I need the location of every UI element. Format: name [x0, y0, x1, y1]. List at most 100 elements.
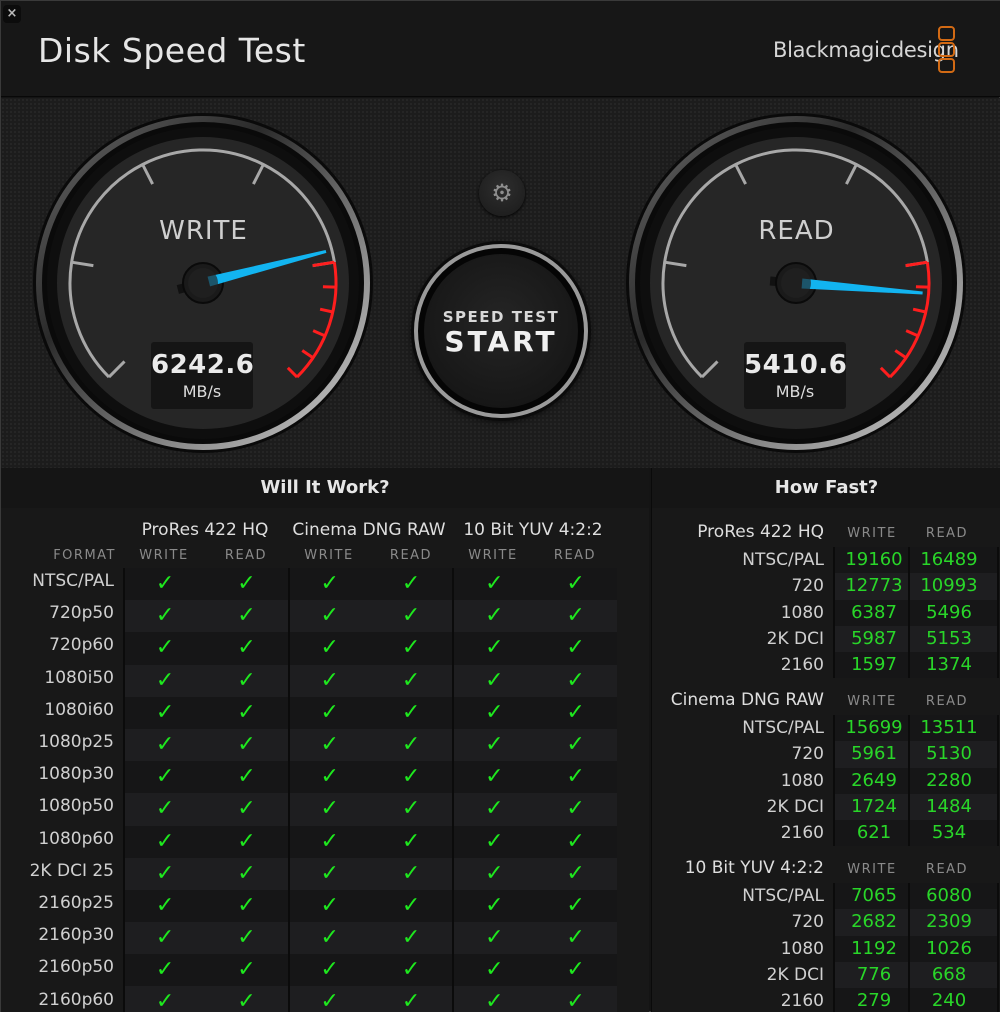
write-speed-cell: 1192	[851, 937, 897, 959]
codec-header-prores: ProRes 422 HQ	[141, 520, 269, 540]
check-icon: ✓	[287, 986, 370, 1012]
read-speed-value: 5410.6	[744, 350, 848, 380]
will-it-work-title: Will It Work?	[1, 468, 649, 508]
check-icon: ✓	[566, 957, 585, 983]
format-label: 2K DCI	[766, 964, 824, 985]
check-icon: ✓	[237, 764, 256, 790]
column-divider	[833, 741, 835, 768]
start-button[interactable]: SPEED TEST START	[414, 244, 588, 418]
check-icon: ✓	[566, 989, 585, 1012]
how-fast-codec-header: ProRes 422 HQ	[697, 522, 824, 542]
write-speed-unit: MB/s	[182, 382, 222, 401]
format-label: 1080	[780, 770, 824, 791]
check-icon: ✓	[237, 603, 256, 629]
table-row: 2160 621 534	[652, 820, 1000, 847]
how-fast-title: How Fast?	[652, 468, 1000, 508]
how-fast-panel: How Fast? ProRes 422 HQ WRITE READ NTSC/PAL…	[651, 468, 1000, 1012]
check-icon: ✓	[287, 793, 370, 826]
check-icon: ✓	[123, 664, 205, 697]
close-button[interactable]: ×	[3, 5, 21, 23]
write-speed-cell: 2649	[851, 769, 897, 791]
format-label: 1080p60	[38, 828, 114, 849]
how-fast-write-header: WRITE	[847, 694, 897, 709]
write-speed-cell: 776	[856, 963, 892, 985]
format-label: NTSC/PAL	[742, 550, 824, 570]
read-speed-cell: 1026	[926, 937, 972, 959]
write-speed-cell: 15699	[845, 717, 903, 738]
app-window: × Disk Speed Test Blackmagicdesign WRITE…	[0, 0, 1000, 1012]
check-icon: ✓	[452, 664, 534, 697]
check-icon: ✓	[566, 635, 585, 661]
app-title: Disk Speed Test	[38, 31, 306, 70]
table-row: 720 12773 10993	[652, 573, 1000, 600]
table-row: ✓ ✓ ✓ ✓ ✓ ✓	[123, 954, 617, 987]
column-header-read: READ	[224, 548, 268, 563]
read-gauge: READ 5410.6 MB/s	[624, 111, 969, 456]
table-row: ✓ ✓ ✓ ✓ ✓ ✓	[123, 986, 617, 1012]
table-row: ✓ ✓ ✓ ✓ ✓ ✓	[123, 600, 617, 633]
write-speed-cell: 19160	[845, 549, 903, 570]
table-row: NTSC/PAL 7065 6080	[652, 883, 1000, 910]
table-row: 2K DCI 5987 5153	[652, 625, 1000, 653]
read-speed-cell: 2280	[926, 769, 972, 791]
format-column-header: FORMAT	[53, 548, 116, 563]
read-speed-cell: 1484	[926, 795, 972, 817]
column-divider	[833, 935, 835, 962]
format-label: 1080p50	[38, 796, 114, 817]
check-icon: ✓	[287, 889, 370, 923]
read-speed-cell: 6080	[926, 885, 972, 906]
check-icon: ✓	[287, 728, 370, 762]
column-divider	[833, 961, 835, 989]
format-label: 1080i60	[44, 699, 114, 720]
check-icon: ✓	[237, 571, 256, 596]
check-icon: ✓	[237, 892, 256, 918]
write-speed-cell: 5961	[851, 743, 897, 765]
check-icon: ✓	[452, 857, 534, 890]
check-icon: ✓	[566, 860, 585, 886]
gear-icon: ⚙	[491, 179, 513, 207]
how-fast-read-header: READ	[925, 862, 969, 877]
table-row: 2160 1597 1374	[652, 652, 1000, 679]
check-icon: ✓	[452, 954, 534, 987]
write-readout: 6242.6 MB/s	[151, 342, 255, 409]
read-speed-cell: 13511	[920, 717, 978, 738]
column-divider	[997, 573, 999, 600]
check-icon: ✓	[566, 892, 585, 918]
write-speed-value: 6242.6	[151, 350, 255, 380]
check-icon: ✓	[237, 796, 256, 822]
check-icon: ✓	[566, 699, 585, 725]
format-label: 2K DCI	[766, 796, 824, 817]
column-header-write: WRITE	[304, 548, 354, 563]
format-label: 2160p60	[38, 989, 114, 1010]
check-icon: ✓	[452, 793, 534, 826]
table-row: NTSC/PAL 15699 13511	[652, 715, 1000, 742]
check-icon: ✓	[566, 667, 585, 693]
check-icon: ✓	[123, 600, 205, 633]
format-label: 2160p25	[38, 893, 114, 913]
column-divider	[997, 988, 999, 1012]
check-icon: ✓	[401, 667, 421, 693]
check-icon: ✓	[237, 699, 256, 725]
write-gauge-label: WRITE	[159, 216, 248, 246]
read-readout: 5410.6 MB/s	[744, 342, 848, 409]
check-icon: ✓	[401, 828, 421, 854]
check-icon: ✓	[287, 761, 370, 794]
check-icon: ✓	[566, 796, 585, 822]
column-divider	[997, 883, 999, 910]
read-gauge-label: READ	[758, 216, 835, 246]
title-bar: × Disk Speed Test Blackmagicdesign	[1, 1, 1000, 97]
format-label: NTSC/PAL	[742, 718, 824, 738]
how-fast-codec-header: 10 Bit YUV 4:2:2	[684, 858, 824, 878]
table-row: ✓ ✓ ✓ ✓ ✓ ✓	[123, 857, 617, 890]
column-divider	[833, 599, 835, 626]
column-divider	[997, 793, 999, 821]
check-icon: ✓	[452, 568, 534, 601]
format-label: 720	[791, 576, 824, 597]
column-divider	[833, 767, 835, 794]
write-speed-cell: 1724	[851, 795, 897, 817]
how-fast-group: Cinema DNG RAW WRITE READ NTSC/PAL 15699 1351…	[652, 688, 1000, 848]
start-button-label: START	[444, 325, 558, 358]
settings-button[interactable]: ⚙	[479, 170, 525, 216]
write-speed-cell: 6387	[851, 601, 897, 623]
format-label: 2K DCI 25	[29, 860, 114, 881]
